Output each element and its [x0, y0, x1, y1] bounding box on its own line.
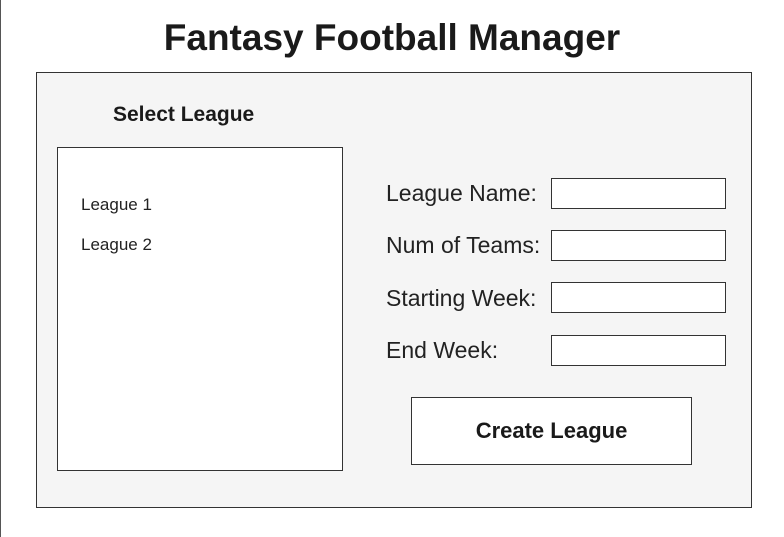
- create-league-button[interactable]: Create League: [411, 397, 692, 465]
- league-list-item[interactable]: League 2: [81, 235, 152, 255]
- app-window: Fantasy Football Manager Select League L…: [0, 0, 784, 537]
- starting-week-label: Starting Week:: [386, 285, 537, 311]
- league-name-label: League Name:: [386, 180, 537, 206]
- num-teams-input[interactable]: [551, 230, 726, 261]
- end-week-input[interactable]: [551, 335, 726, 366]
- league-name-input[interactable]: [551, 178, 726, 209]
- league-list[interactable]: League 1 League 2: [57, 147, 343, 471]
- select-league-label: Select League: [113, 103, 255, 126]
- league-list-item[interactable]: League 1: [81, 195, 152, 215]
- app-title: Fantasy Football Manager: [163, 17, 621, 58]
- league-setup-panel: Select League League 1 League 2 League N…: [36, 72, 752, 508]
- end-week-label: End Week:: [386, 337, 499, 363]
- starting-week-input[interactable]: [551, 282, 726, 313]
- window-edge: [0, 0, 1, 537]
- num-teams-label: Num of Teams:: [386, 232, 541, 258]
